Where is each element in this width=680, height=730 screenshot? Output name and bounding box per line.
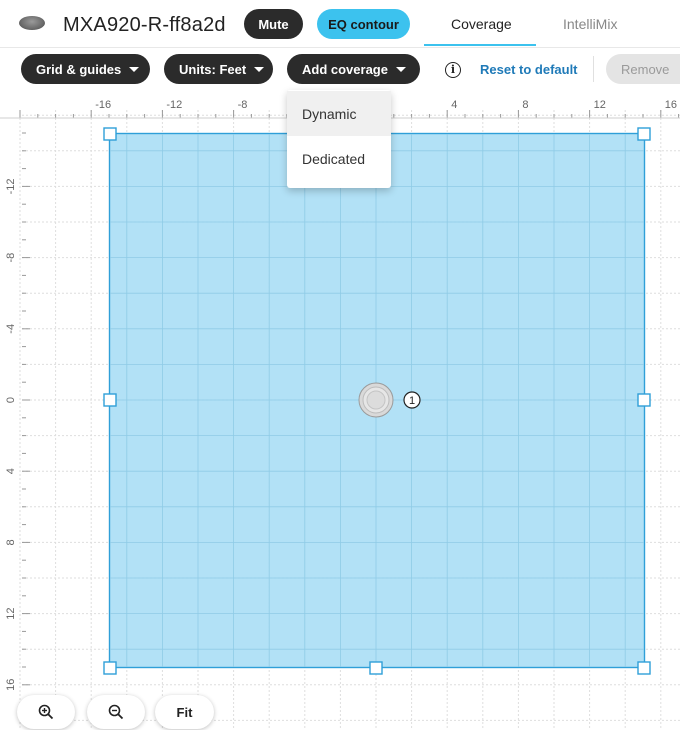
ruler-x-label: 12: [594, 99, 606, 111]
chevron-down-icon: [129, 66, 140, 72]
zoom-in-button[interactable]: [17, 695, 75, 729]
add-coverage-label: Add coverage: [302, 61, 388, 77]
resize-handle[interactable]: [637, 127, 651, 141]
microphone-number: 1: [409, 395, 415, 407]
toolbar: Grid & guides Units: Feet Add coverage i…: [0, 48, 680, 90]
tab-coverage[interactable]: Coverage: [451, 16, 512, 32]
toolbar-divider: [593, 56, 594, 82]
ruler-y-label: 0: [5, 397, 17, 403]
ruler-y-label: 12: [5, 607, 17, 619]
resize-handle[interactable]: [103, 127, 117, 141]
ruler-y-label: 16: [5, 679, 17, 691]
ruler-y-label: -8: [5, 253, 17, 263]
app-header: MXA920-R-ff8a2d Mute EQ contour Coverage…: [0, 0, 680, 48]
ruler-x-label: -16: [95, 99, 111, 111]
ruler-y-label: 8: [5, 539, 17, 545]
zoom-out-button[interactable]: [87, 695, 145, 729]
remove-button[interactable]: Remove: [606, 54, 680, 84]
reset-to-default-link[interactable]: Reset to default: [480, 62, 578, 77]
ruler-y-label: -12: [5, 178, 17, 194]
ruler-x-label: 4: [451, 99, 457, 111]
grid-guides-button[interactable]: Grid & guides: [21, 54, 150, 84]
eq-contour-button[interactable]: EQ contour: [317, 9, 410, 39]
units-label: Units: Feet: [179, 61, 247, 77]
zoom-out-icon: [108, 704, 124, 720]
resize-handle[interactable]: [369, 661, 383, 675]
chevron-down-icon: [395, 66, 406, 72]
microphone-number-badge: 1: [403, 391, 421, 409]
resize-handle[interactable]: [103, 661, 117, 675]
device-icon: [19, 16, 45, 30]
zoom-in-icon: [38, 704, 54, 720]
units-button[interactable]: Units: Feet: [164, 54, 273, 84]
mute-button[interactable]: Mute: [244, 9, 303, 39]
ruler-x-label: 16: [665, 99, 677, 111]
add-coverage-menu: Dynamic Dedicated: [287, 90, 391, 188]
add-coverage-button[interactable]: Add coverage: [287, 54, 420, 84]
active-tab-indicator: [424, 44, 536, 46]
ruler-x-label: 8: [522, 99, 528, 111]
grid-guides-label: Grid & guides: [36, 61, 122, 77]
menu-item-dynamic[interactable]: Dynamic: [287, 91, 391, 136]
chevron-down-icon: [254, 66, 265, 72]
ruler-x-label: -8: [238, 99, 248, 111]
microphone-icon[interactable]: [358, 382, 394, 418]
ruler-x-label: -12: [166, 99, 182, 111]
fit-button[interactable]: Fit: [155, 695, 214, 729]
resize-handle[interactable]: [103, 393, 117, 407]
ruler-y-label: 4: [5, 468, 17, 474]
menu-item-dedicated[interactable]: Dedicated: [287, 136, 391, 181]
tab-intellimix[interactable]: IntelliMix: [563, 16, 617, 32]
resize-handle[interactable]: [637, 393, 651, 407]
info-icon[interactable]: i: [445, 62, 461, 78]
ruler-y-label: -4: [5, 324, 17, 334]
device-name: MXA920-R-ff8a2d: [63, 14, 226, 36]
resize-handle[interactable]: [637, 661, 651, 675]
